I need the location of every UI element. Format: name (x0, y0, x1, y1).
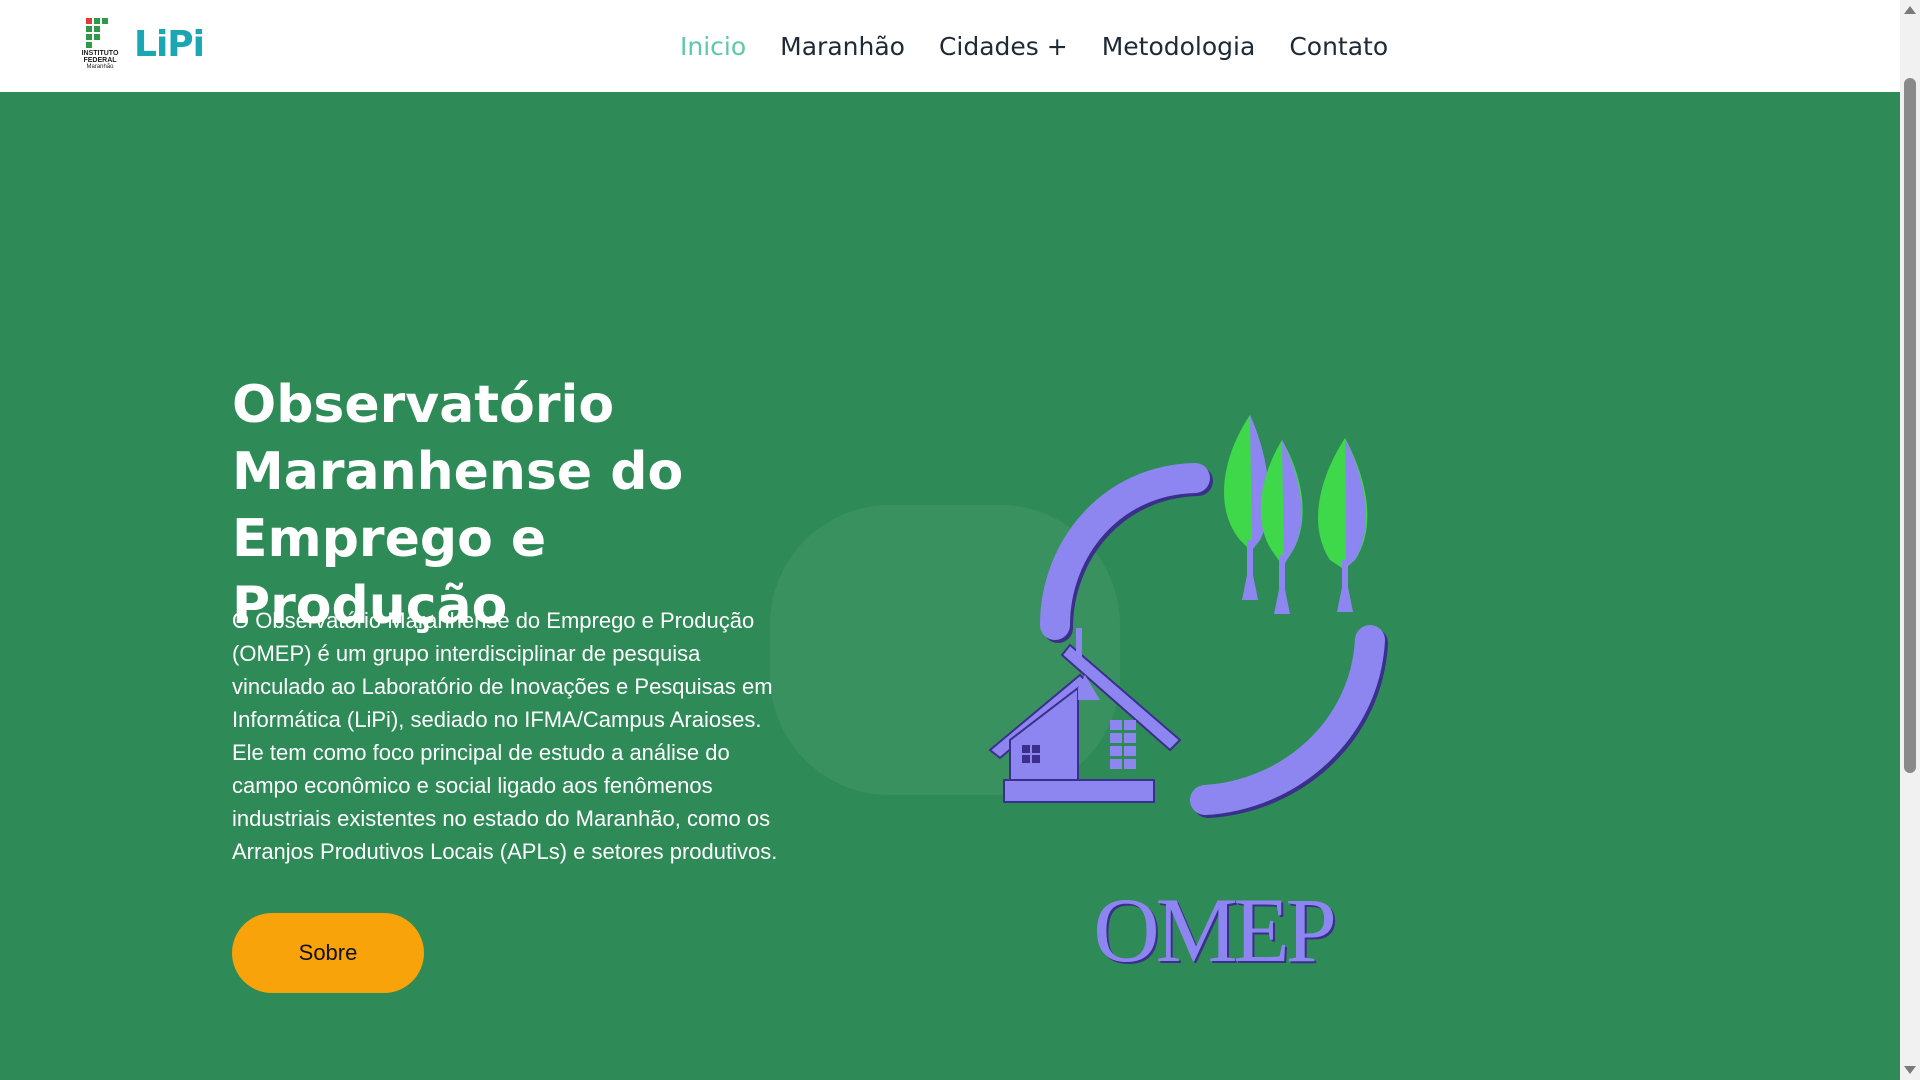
institute-logo[interactable]: INSTITUTO FEDERAL Maranhão (74, 16, 126, 78)
nav-item-maranhao[interactable]: Maranhão (780, 32, 905, 61)
nav-item-cidades[interactable]: Cidades + (939, 32, 1068, 61)
logo-group[interactable]: INSTITUTO FEDERAL Maranhão LiPi (74, 16, 205, 78)
nav-item-metodologia[interactable]: Metodologia (1102, 32, 1256, 61)
main-nav: Inicio Maranhão Cidades + Metodologia Co… (680, 0, 1388, 92)
institute-logo-text: INSTITUTO FEDERAL Maranhão (81, 50, 119, 70)
hero-title: Observatório Maranhense do Emprego e Pro… (232, 375, 684, 636)
scroll-up-arrow-icon[interactable] (1904, 6, 1916, 14)
sobre-button[interactable]: Sobre (232, 913, 424, 993)
scroll-down-arrow-icon[interactable] (1904, 1066, 1916, 1074)
scroll-thumb[interactable] (1904, 78, 1916, 773)
hero-description: O Observatório Maranhense do Emprego e P… (232, 608, 778, 864)
trees-icon (1223, 415, 1368, 614)
nav-item-inicio[interactable]: Inicio (680, 32, 746, 61)
lipi-logo[interactable]: LiPi (134, 24, 205, 65)
house-icon (988, 628, 1182, 803)
omep-logo-illustration (988, 415, 1388, 818)
nav-item-contato[interactable]: Contato (1289, 32, 1388, 61)
site-header: INSTITUTO FEDERAL Maranhão LiPi Inicio M… (0, 0, 1900, 92)
page-scrollbar[interactable] (1900, 0, 1920, 1080)
institute-logo-mark-icon (86, 18, 108, 48)
omep-logo-text: OMEP (1093, 879, 1337, 981)
